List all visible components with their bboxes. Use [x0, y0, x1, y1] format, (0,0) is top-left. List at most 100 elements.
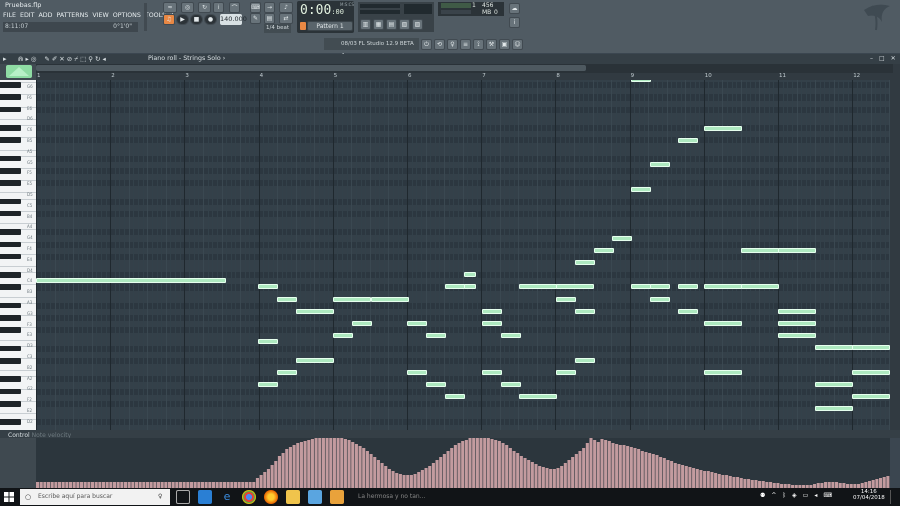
velocity-bar[interactable]	[380, 463, 384, 488]
battery-icon[interactable]: ▭	[803, 492, 809, 499]
target-icon[interactable]: ◎	[31, 55, 37, 64]
velocity-bar[interactable]	[255, 478, 259, 488]
velocity-bar[interactable]	[490, 439, 494, 488]
note[interactable]	[277, 296, 297, 302]
note[interactable]	[296, 357, 334, 363]
velocity-bar[interactable]	[497, 441, 501, 488]
list-icon[interactable]: ≡	[460, 39, 471, 50]
velocity-bar[interactable]	[670, 461, 674, 488]
velocity-bar[interactable]	[582, 448, 586, 488]
velocity-bar[interactable]	[479, 437, 483, 488]
velocity-bar[interactable]	[736, 477, 740, 488]
velocity-bar[interactable]	[494, 440, 498, 488]
note[interactable]	[277, 369, 297, 375]
play-button[interactable]: ▶	[176, 14, 189, 25]
velocity-bar[interactable]	[303, 441, 307, 488]
note[interactable]	[575, 259, 595, 265]
velocity-bar[interactable]	[398, 474, 402, 488]
notifications-icon[interactable]	[890, 490, 898, 504]
velocity-bar[interactable]	[387, 469, 391, 488]
note[interactable]	[501, 333, 521, 339]
countdown-icon[interactable]: ⁞	[213, 2, 224, 13]
black-key[interactable]	[0, 180, 21, 186]
note[interactable]	[464, 284, 476, 290]
tools-icon[interactable]: ⚒	[486, 39, 497, 50]
velocity-bar[interactable]	[721, 475, 725, 488]
black-key[interactable]	[0, 376, 21, 382]
velocity-bar[interactable]	[299, 442, 303, 488]
velocity-bar[interactable]	[508, 448, 512, 488]
velocity-bar[interactable]	[578, 451, 582, 488]
note[interactable]	[575, 308, 595, 314]
velocity-bar[interactable]	[307, 440, 311, 488]
record-button[interactable]: ●	[204, 14, 217, 25]
note[interactable]	[464, 272, 476, 278]
slice-icon[interactable]: ⌿	[74, 55, 78, 64]
velocity-bar[interactable]	[761, 481, 765, 488]
note[interactable]	[333, 333, 353, 339]
velocity-bar[interactable]	[332, 438, 336, 488]
volume-icon[interactable]: ◂	[814, 492, 817, 499]
task-view-icon[interactable]	[176, 490, 190, 504]
note[interactable]	[258, 339, 278, 345]
note[interactable]	[482, 320, 502, 326]
note[interactable]	[594, 247, 614, 253]
velocity-bar[interactable]	[519, 456, 523, 488]
velocity-bar[interactable]	[871, 480, 875, 488]
note[interactable]	[678, 308, 698, 314]
velocity-bar[interactable]	[263, 472, 267, 488]
velocity-bar[interactable]	[351, 442, 355, 488]
velocity-bar[interactable]	[629, 447, 633, 488]
velocity-bar[interactable]	[461, 441, 465, 488]
velocity-bar[interactable]	[395, 473, 399, 488]
note[interactable]	[704, 125, 742, 131]
step-edit-icon[interactable]: ✎	[250, 13, 261, 24]
language-icon[interactable]: ⌨	[823, 492, 832, 499]
velocity-bar[interactable]	[281, 453, 285, 488]
velocity-bar[interactable]	[681, 465, 685, 488]
velocity-bar[interactable]	[677, 464, 681, 488]
taskbar-clock[interactable]: 14:16 07/04/2018	[853, 489, 885, 501]
velocity-bar[interactable]	[406, 475, 410, 488]
black-key[interactable]	[0, 125, 21, 131]
note[interactable]	[519, 284, 557, 290]
velocity-bar[interactable]	[875, 479, 879, 488]
menu-item[interactable]: PATTERNS	[57, 11, 89, 21]
firefox-icon[interactable]	[264, 490, 278, 504]
velocity-bar[interactable]	[879, 478, 883, 488]
velocity-bar[interactable]	[728, 476, 732, 488]
note[interactable]	[650, 162, 670, 168]
black-key[interactable]	[0, 106, 21, 113]
pattern-add-icon[interactable]	[300, 22, 306, 30]
people-icon[interactable]: ⚉	[760, 492, 765, 499]
velocity-bar[interactable]	[358, 446, 362, 488]
black-key[interactable]	[0, 229, 21, 235]
file-explorer-icon[interactable]	[286, 490, 300, 504]
note-stamp-icon[interactable]	[6, 65, 32, 78]
online-icon[interactable]: ☁	[509, 3, 520, 14]
velocity-bar[interactable]	[354, 444, 358, 488]
windows-start-icon[interactable]	[0, 488, 18, 506]
arrow-right-icon[interactable]: →	[264, 2, 275, 13]
edge-icon[interactable]: e	[220, 490, 234, 504]
velocity-bar[interactable]	[560, 466, 564, 488]
news-ticker[interactable]: 08/03 FL Studio 12.9 BETA 4	[324, 38, 419, 59]
scrollbar-thumb[interactable]	[36, 65, 586, 71]
paint-icon[interactable]: ✐	[52, 55, 57, 64]
velocity-bar[interactable]	[428, 466, 432, 488]
velocity-bar[interactable]	[538, 466, 542, 488]
black-key[interactable]	[0, 241, 21, 248]
note[interactable]	[445, 394, 465, 400]
velocity-bar[interactable]	[743, 479, 747, 488]
blend-notes-icon[interactable]: ♪	[279, 2, 293, 13]
pat-song-toggle[interactable]: ♫	[163, 14, 175, 25]
black-key[interactable]	[0, 94, 21, 100]
note[interactable]	[741, 247, 779, 253]
velocity-bar[interactable]	[446, 451, 450, 488]
velocity-bar[interactable]	[593, 440, 597, 488]
velocity-bar[interactable]	[739, 478, 743, 488]
velocity-bar[interactable]	[285, 449, 289, 488]
note[interactable]	[371, 296, 409, 302]
velocity-bar[interactable]	[640, 451, 644, 488]
select-icon[interactable]: ⬚	[80, 55, 86, 64]
